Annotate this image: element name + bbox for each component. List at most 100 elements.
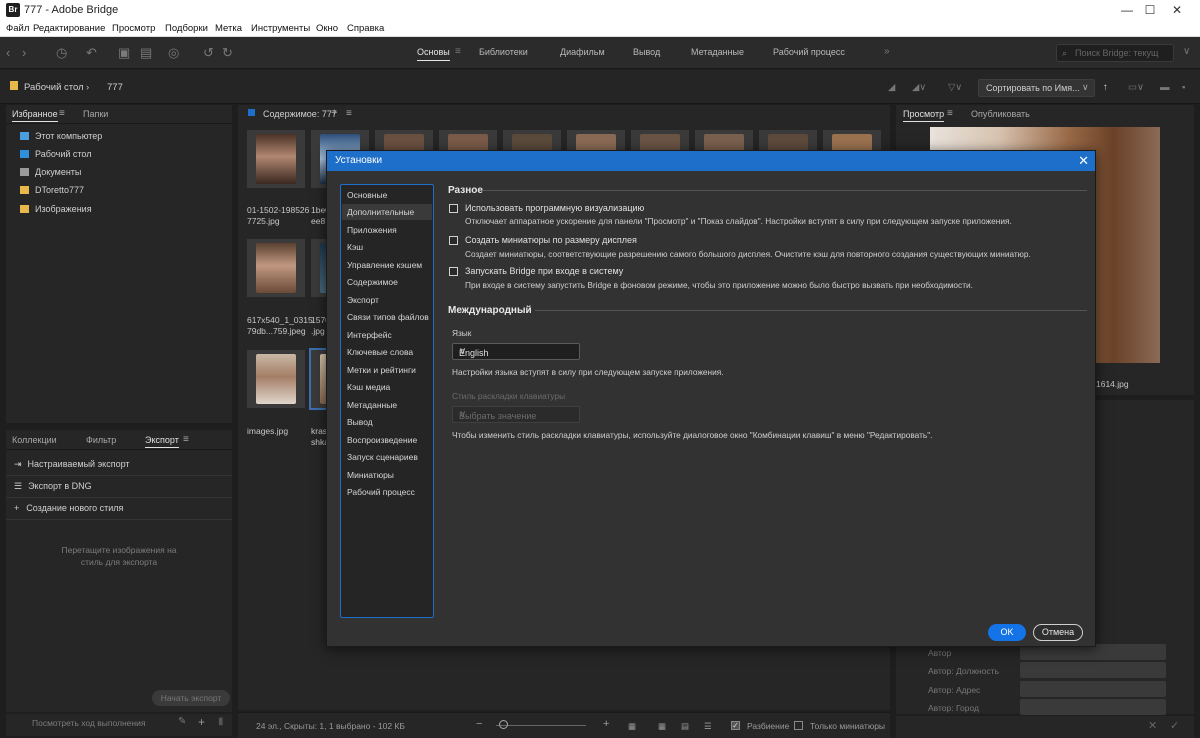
recent-icon[interactable]: ◷	[56, 45, 67, 61]
menu-label[interactable]: Метка	[215, 23, 242, 34]
category-file-associations[interactable]: Связи типов файлов	[347, 312, 429, 322]
category-general[interactable]: Основные	[347, 190, 387, 200]
open-in-camera-raw-icon[interactable]: ◎	[168, 45, 179, 61]
cancel-icon[interactable]: ✕	[1148, 719, 1157, 732]
favorite-documents[interactable]: Документы	[20, 167, 81, 177]
workspace-output[interactable]: Вывод	[633, 47, 660, 57]
category-export[interactable]: Экспорт	[347, 295, 379, 305]
language-select[interactable]: English ∨	[452, 343, 580, 360]
workspace-metadata[interactable]: Метаданные	[691, 47, 744, 57]
slider-handle[interactable]	[499, 720, 508, 729]
keyboard-layout-select[interactable]: Выбрать значение ∨	[452, 406, 580, 423]
category-startup-scripts[interactable]: Запуск сценариев	[347, 452, 418, 462]
rotate-right-icon[interactable]: ↻	[222, 45, 233, 61]
apply-icon[interactable]: ✓	[1170, 719, 1179, 732]
tab-preview[interactable]: Просмотр	[903, 109, 945, 122]
add-icon[interactable]: +	[198, 715, 205, 729]
tab-publish[interactable]: Опубликовать	[971, 109, 1030, 119]
thumbnail[interactable]	[247, 350, 305, 408]
menu-tools[interactable]: Инструменты	[251, 23, 310, 34]
workspace-menu-icon[interactable]: ≡	[455, 46, 461, 57]
zoom-out-icon[interactable]: −	[476, 718, 482, 730]
export-custom[interactable]: ⇥ Настраиваемый экспорт	[14, 459, 130, 470]
category-labels[interactable]: Метки и рейтинги	[347, 365, 416, 375]
sort-ascending-icon[interactable]: ↑	[1103, 82, 1108, 93]
edit-icon[interactable]: ✎	[178, 716, 186, 727]
workspace-libraries[interactable]: Библиотеки	[479, 47, 528, 57]
view-progress-link[interactable]: Посмотреть ход выполнения	[32, 718, 145, 728]
tab-collections[interactable]: Коллекции	[12, 435, 57, 445]
panel-menu-icon[interactable]: ≡	[59, 108, 65, 119]
camera-icon[interactable]: ▣	[118, 45, 130, 61]
more-workspaces-icon[interactable]: »	[884, 46, 890, 57]
favorite-images[interactable]: Изображения	[20, 204, 92, 214]
refine-icon[interactable]: ▤	[140, 45, 152, 61]
new-folder-icon[interactable]: ▭∨	[1128, 82, 1144, 93]
menu-view[interactable]: Просмотр	[112, 23, 155, 34]
meta-author-title-field[interactable]	[1020, 662, 1166, 678]
software-rendering-checkbox[interactable]	[449, 204, 458, 213]
grid-lock-icon[interactable]: ▦	[628, 721, 636, 732]
ok-button[interactable]: OK	[988, 624, 1026, 641]
thumbnail-size-slider[interactable]	[496, 725, 586, 726]
category-metadata[interactable]: Метаданные	[347, 400, 397, 410]
export-new-preset[interactable]: + Создание нового стиля	[14, 503, 123, 513]
filter-icon[interactable]: ▽∨	[948, 82, 962, 93]
thumbnail[interactable]	[247, 130, 305, 188]
favorite-desktop[interactable]: Рабочий стол	[20, 149, 92, 159]
search-dropdown-icon[interactable]: ∨	[1183, 46, 1190, 57]
trash-icon[interactable]: ▮	[218, 716, 224, 727]
display-size-thumbs-checkbox[interactable]	[449, 236, 458, 245]
breadcrumb-current[interactable]: 777	[107, 82, 123, 93]
category-keywords[interactable]: Ключевые слова	[347, 347, 413, 357]
delete-icon[interactable]: ▪	[1182, 82, 1185, 93]
category-thumbnails[interactable]: Миниатюры	[347, 470, 394, 480]
view-details-icon[interactable]: ▤	[681, 721, 689, 732]
favorite-this-pc[interactable]: Этот компьютер	[20, 131, 102, 141]
zoom-in-icon[interactable]: +	[603, 718, 609, 730]
close-icon[interactable]: ✕	[1078, 153, 1089, 169]
cancel-button[interactable]: Отмена	[1033, 624, 1083, 641]
menu-help[interactable]: Справка	[347, 23, 384, 34]
search-input[interactable]: ⌕ Поиск Bridge: текущ	[1056, 44, 1174, 62]
workspace-essentials[interactable]: Основы	[417, 47, 450, 61]
panel-menu-icon[interactable]: ≡	[346, 108, 352, 119]
view-list-icon[interactable]: ☰	[704, 721, 712, 732]
menu-edit[interactable]: Редактирование	[33, 23, 105, 34]
start-export-button[interactable]: Начать экспорт	[152, 690, 230, 706]
thumbnail[interactable]	[247, 239, 305, 297]
tab-export[interactable]: Экспорт	[145, 435, 179, 448]
quality-options-icon[interactable]: ◢∨	[912, 82, 926, 93]
menu-file[interactable]: Файл	[6, 23, 29, 34]
view-thumbnails-icon[interactable]: ▦	[658, 721, 666, 732]
only-thumbs-checkbox[interactable]	[794, 721, 803, 730]
panel-menu-icon[interactable]: ≡	[183, 434, 189, 445]
export-dng[interactable]: ☰ Экспорт в DNG	[14, 481, 92, 492]
quality-icon[interactable]: ◢	[888, 82, 895, 93]
menu-window[interactable]: Окно	[316, 23, 338, 34]
launch-at-login-checkbox[interactable]	[449, 267, 458, 276]
panel-menu-icon[interactable]: ≡	[947, 108, 953, 119]
workspace-workflow[interactable]: Рабочий процесс	[773, 47, 845, 57]
category-applications[interactable]: Приложения	[347, 225, 397, 235]
category-content[interactable]: Содержимое	[347, 277, 398, 287]
close-window-button[interactable]: ✕	[1154, 0, 1200, 20]
trash-icon[interactable]: ▬	[1160, 82, 1170, 93]
sort-dropdown[interactable]: Сортировать по Имя... ∨	[978, 79, 1095, 97]
category-interface[interactable]: Интерфейс	[347, 330, 392, 340]
menu-stacks[interactable]: Подборки	[165, 23, 208, 34]
rotate-left-icon[interactable]: ↺	[203, 45, 214, 61]
category-media-cache[interactable]: Кэш медиа	[347, 382, 390, 392]
breadcrumb-root[interactable]: Рабочий стол	[24, 82, 84, 93]
workspace-filmstrip[interactable]: Диафильм	[560, 47, 605, 57]
category-work-process[interactable]: Рабочий процесс	[347, 487, 415, 497]
category-cache-management[interactable]: Управление кэшем	[347, 260, 422, 270]
forward-icon[interactable]: ›	[22, 45, 26, 60]
category-advanced[interactable]: Дополнительные	[347, 207, 414, 217]
back-icon[interactable]: ‹	[6, 45, 10, 60]
favorite-dtoretto[interactable]: DToretto777	[20, 185, 84, 195]
tab-folders[interactable]: Папки	[83, 109, 108, 119]
tab-filter[interactable]: Фильтр	[86, 435, 116, 445]
meta-author-address-field[interactable]	[1020, 681, 1166, 697]
tab-favorites[interactable]: Избранное	[12, 109, 58, 122]
